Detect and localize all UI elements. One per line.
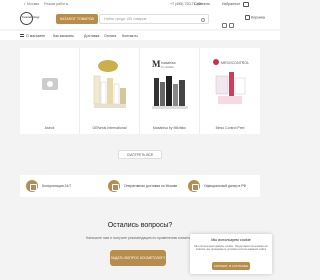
page: г. Москва Режим работы +7 (495) 720-71-9… xyxy=(0,0,280,280)
city-selector[interactable]: г. Москва xyxy=(24,2,39,6)
svg-text:masahisa: masahisa xyxy=(161,61,176,65)
brand-card[interactable]: GENesis International xyxy=(80,48,140,134)
brand-name: Astroil xyxy=(44,126,55,130)
brand-name: Masahisa by Mikihiko xyxy=(152,126,187,130)
feature-label: Официальный дилер в РФ xyxy=(204,184,247,188)
cookie-accept-button[interactable]: ХОРОШО, Я СОГЛАСЕН xyxy=(212,262,250,270)
delivery-icon xyxy=(108,180,120,192)
cookie-title: Мы используем cookie xyxy=(211,238,251,242)
menu-icon[interactable] xyxy=(20,34,24,37)
brand-card[interactable]: Astroil xyxy=(20,48,80,134)
brand-image xyxy=(93,60,126,108)
certificate-icon xyxy=(188,180,200,192)
nav-item-about[interactable]: О магазине xyxy=(26,34,45,38)
brand-name: GENesis International xyxy=(92,126,127,130)
svg-text:MESOCONTROL: MESOCONTROL xyxy=(221,61,249,65)
features-bar: Консультация 24/7 Оперативная доставка п… xyxy=(20,175,260,197)
header-icons xyxy=(222,15,240,28)
brand-card[interactable]: MESOCONTROL Meso Control Peel xyxy=(200,48,260,134)
brand-grid: Astroil GENesis International M masahisa… xyxy=(20,48,260,134)
compare-icon[interactable] xyxy=(222,23,227,28)
search-icon[interactable] xyxy=(201,17,205,22)
svg-text:by mikihiko: by mikihiko xyxy=(161,65,174,69)
feature-item: Оперативная доставка по Москве xyxy=(108,179,177,193)
compare-link[interactable]: Сравнить xyxy=(194,2,210,6)
feature-item: Консультация 24/7 xyxy=(26,179,71,193)
cookie-text: Мы используем файлы cookie. Продолжая по… xyxy=(194,244,268,252)
favorites-link[interactable]: Избранное xyxy=(222,2,240,6)
search-input[interactable]: Найти среди 150 товаров xyxy=(99,14,209,24)
main-nav: О магазине Как заказать Доставка Оплата … xyxy=(0,31,280,40)
search-placeholder: Найти среди 150 товаров xyxy=(104,17,147,21)
feature-label: Оперативная доставка по Москве xyxy=(124,184,178,188)
questions-title: Остались вопросы? xyxy=(107,222,173,229)
camera-icon xyxy=(42,78,58,90)
brand-name: Meso Control Peel xyxy=(215,126,245,130)
logo-text[interactable]: Cosmetology xyxy=(22,16,40,19)
feature-item: Официальный дилер в РФ xyxy=(188,179,246,193)
svg-text:M: M xyxy=(152,59,161,69)
cart-label: Корзина xyxy=(251,15,265,20)
support-icon xyxy=(26,180,38,192)
brand-image: MESOCONTROL xyxy=(213,59,249,104)
cart-button[interactable]: Корзина xyxy=(245,15,265,20)
nav-item-contacts[interactable]: Контакты xyxy=(122,34,138,38)
cookie-popup: Мы используем cookie Мы используем файлы… xyxy=(190,234,272,274)
top-bar: г. Москва Режим работы +7 (495) 720-71-9… xyxy=(0,0,280,9)
ask-question-button[interactable]: ЗАДАТЬ ВОПРОС КОСМЕТОЛОГУ xyxy=(110,250,166,266)
nav-item-payment[interactable]: Оплата xyxy=(104,34,116,38)
brand-card[interactable]: M masahisa by mikihiko Masahisa by Mikih… xyxy=(140,48,200,134)
catalog-button[interactable]: КАТАЛОГ ТОВАРОВ xyxy=(56,14,98,24)
nav-item-delivery[interactable]: Доставка xyxy=(84,34,99,38)
header: Cosmetology КАТАЛОГ ТОВАРОВ Найти среди … xyxy=(0,9,280,29)
work-hours-link[interactable]: Режим работы xyxy=(44,2,68,6)
feature-label: Консультация 24/7 xyxy=(42,184,72,188)
nav-item-how-to-order[interactable]: Как заказать xyxy=(53,34,74,38)
cart-bag-icon xyxy=(245,15,250,20)
brand-image: M masahisa by mikihiko xyxy=(152,59,188,109)
view-all-button[interactable]: СМОТРЕТЬ ВСЕ xyxy=(118,150,162,159)
brand-image xyxy=(28,54,72,116)
heart-icon[interactable] xyxy=(229,23,234,28)
catalog-label: КАТАЛОГ ТОВАРОВ xyxy=(60,17,94,21)
ask-question-label: ЗАДАТЬ ВОПРОС КОСМЕТОЛОГУ xyxy=(110,255,166,260)
cart-icon[interactable] xyxy=(243,1,249,7)
